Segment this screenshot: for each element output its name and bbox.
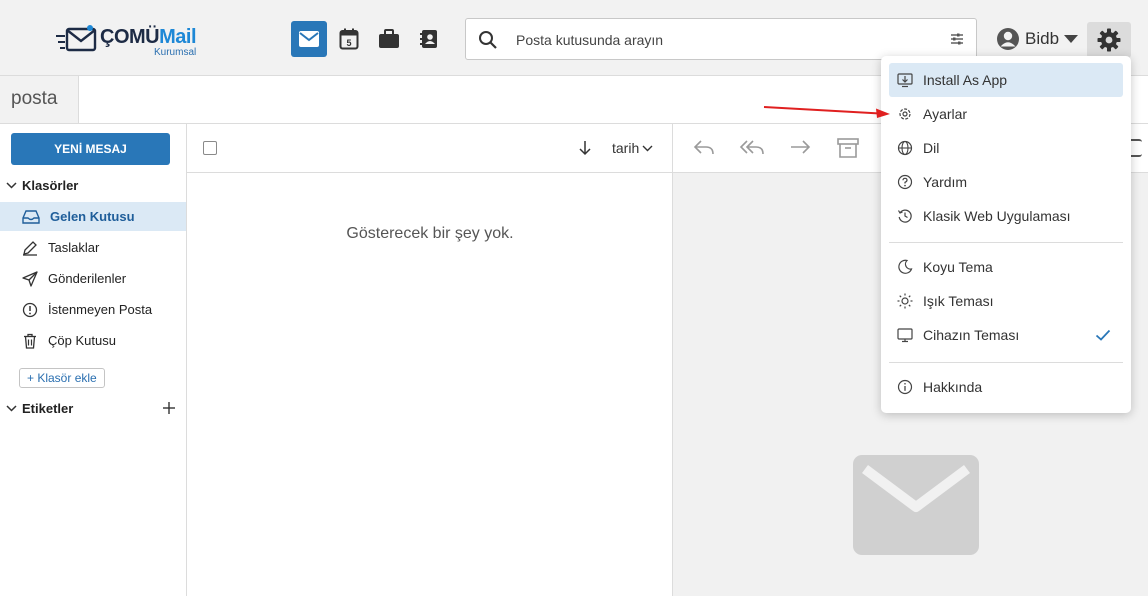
menu-item-label: Yardım: [923, 174, 968, 190]
moon-icon: [898, 259, 913, 274]
calendar-app-button[interactable]: 5: [331, 21, 367, 57]
add-folder-button[interactable]: + Klasör ekle: [19, 368, 105, 388]
settings-menu-button[interactable]: [1087, 22, 1131, 58]
logo-subtitle: Kurumsal: [154, 47, 197, 58]
tab-posta[interactable]: posta: [0, 76, 79, 123]
calendar-day-number: 5: [346, 38, 351, 48]
chevron-down-icon: [642, 145, 653, 151]
chevron-down-icon: [6, 405, 17, 412]
folder-label: Gönderilenler: [48, 271, 127, 286]
labels-section-header[interactable]: Etiketler: [6, 401, 73, 416]
reply-icon[interactable]: [693, 137, 715, 157]
app-logo[interactable]: ÇOMÜMail Kurumsal: [56, 20, 216, 60]
envelope-placeholder-icon: [853, 455, 979, 555]
sun-icon: [897, 293, 913, 309]
mail-list: Gösterecek bir şey yok.: [187, 173, 673, 596]
briefcase-icon: [379, 29, 399, 48]
menu-item-classic-webapp[interactable]: Klasik Web Uygulaması: [889, 199, 1123, 233]
folder-trash[interactable]: Çöp Kutusu: [0, 326, 186, 355]
folder-label: Gelen Kutusu: [50, 209, 135, 224]
menu-item-label: Ayarlar: [923, 106, 968, 122]
folder-spam[interactable]: İstenmeyen Posta: [0, 295, 186, 324]
folders-header-label: Klasörler: [22, 178, 79, 193]
menu-item-light-theme[interactable]: Işık Teması: [889, 284, 1123, 318]
caret-down-icon: [1064, 35, 1079, 43]
menu-item-label: Install As App: [923, 72, 1008, 88]
menu-item-install-app[interactable]: Install As App: [889, 63, 1123, 97]
mail-icon: [299, 31, 319, 47]
settings-dropdown-menu: Install As App Ayarlar Dil Yardım Klasik…: [881, 56, 1131, 413]
logo-text: ÇOMÜMail: [100, 26, 197, 48]
search-box[interactable]: [465, 18, 977, 60]
menu-item-dark-theme[interactable]: Koyu Tema: [889, 250, 1123, 284]
reply-all-icon[interactable]: [739, 137, 765, 157]
trash-icon: [24, 333, 36, 349]
mail-list-toolbar: tarih: [187, 124, 673, 173]
folder-label: Çöp Kutusu: [48, 333, 116, 348]
folder-label: Taslaklar: [48, 240, 100, 255]
menu-item-label: Klasik Web Uygulaması: [923, 208, 1071, 224]
gear-icon: [1097, 28, 1121, 52]
archive-icon[interactable]: [837, 137, 859, 159]
empty-list-message: Gösterecek bir şey yok.: [346, 225, 514, 242]
new-message-button[interactable]: YENİ MESAJ: [11, 133, 170, 165]
chevron-down-icon: [6, 182, 17, 189]
contacts-app-button[interactable]: [411, 21, 447, 57]
menu-item-label: Hakkında: [923, 379, 983, 395]
menu-item-label: Cihazın Teması: [923, 327, 1020, 343]
menu-item-label: Işık Teması: [923, 293, 994, 309]
send-icon: [22, 270, 38, 287]
select-all-checkbox[interactable]: [203, 141, 217, 155]
folders-section-header[interactable]: Klasörler: [6, 178, 78, 193]
sidebar: YENİ MESAJ Klasörler Gelen Kutusu Taslak…: [0, 124, 187, 596]
sort-field-label: tarih: [612, 140, 640, 156]
sort-field-select[interactable]: tarih: [612, 140, 653, 156]
sort-direction-icon[interactable]: [578, 140, 592, 156]
info-icon: [897, 379, 913, 395]
annotation-arrow-icon: [763, 106, 890, 118]
calendar-icon: 5: [339, 28, 359, 50]
menu-item-help[interactable]: Yardım: [889, 165, 1123, 199]
pencil-icon: [23, 240, 37, 256]
labels-header-label: Etiketler: [22, 401, 74, 416]
spam-icon: [22, 302, 38, 317]
user-name: Bidb: [1025, 29, 1060, 48]
folder-label: İstenmeyen Posta: [48, 302, 153, 317]
menu-item-label: Koyu Tema: [923, 259, 993, 275]
menu-item-language[interactable]: Dil: [889, 131, 1123, 165]
folder-inbox[interactable]: Gelen Kutusu: [0, 202, 186, 231]
inbox-icon: [22, 209, 40, 224]
search-options-icon[interactable]: [950, 32, 964, 46]
avatar-icon: [997, 28, 1019, 50]
menu-divider: [889, 362, 1123, 363]
menu-item-device-theme[interactable]: Cihazın Teması: [889, 318, 1123, 352]
folder-drafts[interactable]: Taslaklar: [0, 233, 186, 262]
folder-sent[interactable]: Gönderilenler: [0, 264, 186, 293]
menu-item-settings[interactable]: Ayarlar: [889, 97, 1123, 131]
menu-divider: [889, 242, 1123, 243]
add-label-icon[interactable]: [162, 401, 176, 415]
menu-item-label: Dil: [923, 140, 940, 156]
checkmark-icon: [1095, 329, 1111, 341]
globe-icon: [897, 140, 913, 156]
user-menu[interactable]: Bidb: [996, 27, 1079, 51]
help-icon: [897, 174, 913, 190]
gear-icon: [899, 108, 911, 120]
search-icon[interactable]: [478, 30, 498, 50]
menu-item-about[interactable]: Hakkında: [889, 370, 1123, 404]
forward-icon[interactable]: [789, 137, 811, 157]
history-icon: [897, 209, 912, 223]
monitor-download-icon: [897, 73, 913, 88]
envelope-logo-icon: [56, 25, 97, 52]
contacts-icon: [420, 30, 437, 48]
mail-app-button[interactable]: [291, 21, 327, 57]
monitor-icon: [897, 328, 913, 343]
search-input[interactable]: [516, 29, 936, 51]
tasks-app-button[interactable]: [371, 21, 407, 57]
